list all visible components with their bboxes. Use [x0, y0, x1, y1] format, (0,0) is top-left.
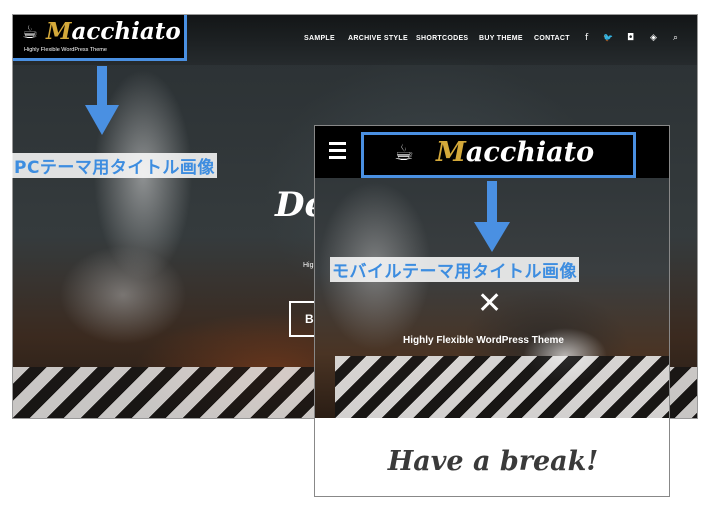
mobile-arrow-shaft [487, 181, 497, 223]
mobile-hero-tagline: Highly Flexible WordPress Theme [403, 335, 564, 346]
pc-logo-tagline: Highly Flexible WordPress Theme [24, 47, 107, 53]
nav-contact[interactable]: CONTACT [534, 35, 570, 42]
facebook-icon[interactable]: f [585, 33, 588, 43]
instagram-icon[interactable]: ◘ [627, 33, 634, 43]
twitter-icon[interactable]: 🐦 [603, 33, 613, 42]
pc-arrow-head-icon [85, 105, 119, 135]
logo-initial: M [46, 18, 72, 45]
nav-buy-theme[interactable]: BUY THEME [479, 35, 523, 42]
mobile-striped-cloth [335, 356, 669, 418]
mobile-logo-name: acchiato [465, 137, 595, 168]
mobile-arrow-head-icon [474, 222, 510, 252]
coffee-cup-icon: ☕ [22, 22, 39, 43]
hamburger-menu-icon[interactable] [325, 142, 349, 162]
pc-logo-highlight: ☕ Macchiato Highly Flexible WordPress Th… [13, 15, 187, 61]
pc-arrow-shaft [97, 66, 107, 106]
mobile-logo-highlight[interactable]: ☕ Macchiato [361, 132, 636, 178]
mobile-screenshot: ☕ Macchiato モバイルテーマ用タイトル画像 ✕ Highly Flex… [314, 125, 670, 497]
nav-shortcodes[interactable]: SHORTCODES [416, 35, 468, 42]
pc-title-image-callout: PCテーマ用タイトル画像 [12, 153, 217, 178]
nav-archive-style[interactable]: ARCHIVE STYLE [348, 35, 408, 42]
coffee-cup-icon: ☕ [394, 141, 414, 166]
mobile-logo-initial: M [436, 137, 466, 168]
mobile-title-image-callout: モバイルテーマ用タイトル画像 [330, 257, 579, 282]
pc-site-logo[interactable]: ☕ Macchiato Highly Flexible WordPress Th… [13, 15, 184, 58]
search-icon[interactable]: ⌕ [673, 33, 678, 43]
close-icon[interactable]: ✕ [477, 286, 502, 321]
nav-sample[interactable]: SAMPLE [304, 35, 335, 42]
logo-name: acchiato [71, 18, 181, 45]
mobile-section-heading: Have a break! [387, 446, 599, 477]
feedly-icon[interactable]: ◈ [650, 33, 657, 43]
